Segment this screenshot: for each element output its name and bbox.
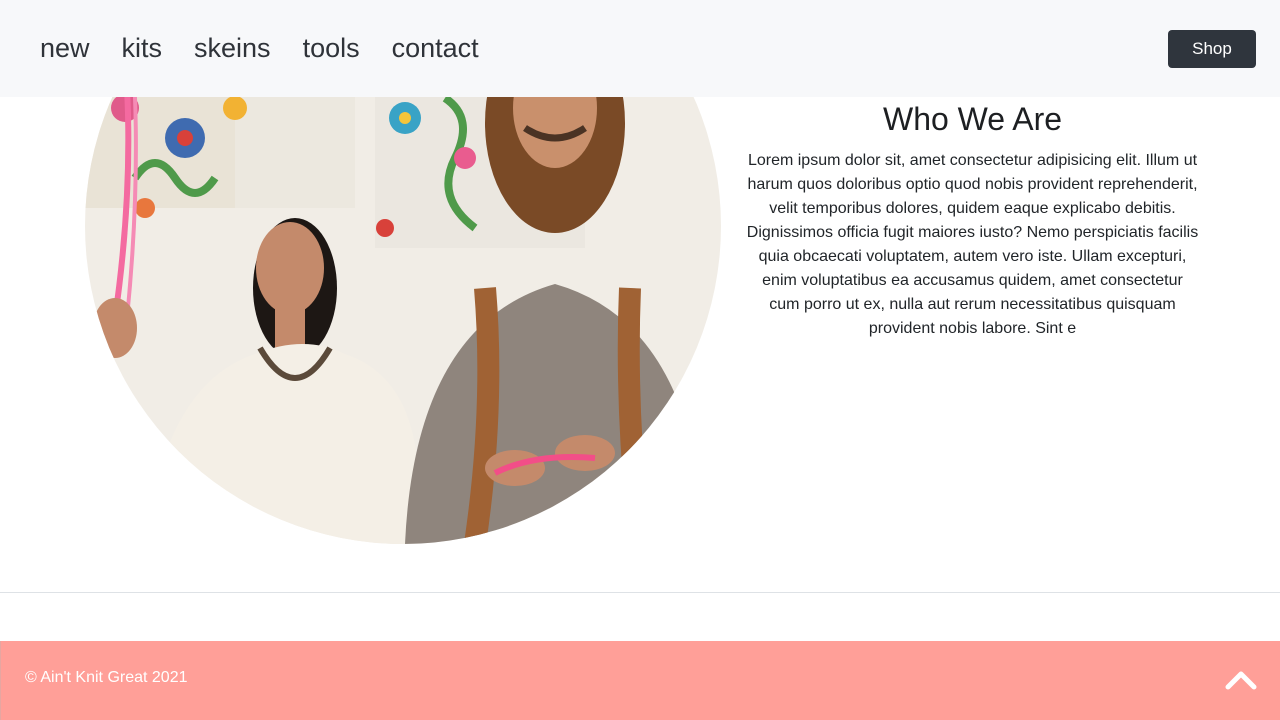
nav-link-tools[interactable]: tools (303, 35, 360, 62)
copyright-text: © Ain't Knit Great 2021 (25, 669, 188, 686)
about-title: Who We Are (882, 101, 1063, 137)
nav-link-contact[interactable]: contact (392, 35, 479, 62)
footer: © Ain't Knit Great 2021 (0, 641, 1280, 720)
nav-link-kits[interactable]: kits (122, 35, 163, 62)
nav-link-skeins[interactable]: skeins (194, 35, 271, 62)
shop-button[interactable]: Shop (1168, 30, 1256, 68)
nav-link-new[interactable]: new (40, 35, 90, 62)
section-divider (0, 592, 1280, 593)
page: new kits skeins tools contact Shop Who W… (0, 0, 1280, 720)
about-section: Who We Are Lorem ipsum dolor sit, amet c… (745, 101, 1200, 341)
nav-links: new kits skeins tools contact (40, 35, 511, 62)
chevron-up-icon[interactable] (1224, 667, 1258, 693)
navbar: new kits skeins tools contact Shop (0, 0, 1280, 97)
about-body: Lorem ipsum dolor sit, amet consectetur … (746, 152, 1199, 338)
